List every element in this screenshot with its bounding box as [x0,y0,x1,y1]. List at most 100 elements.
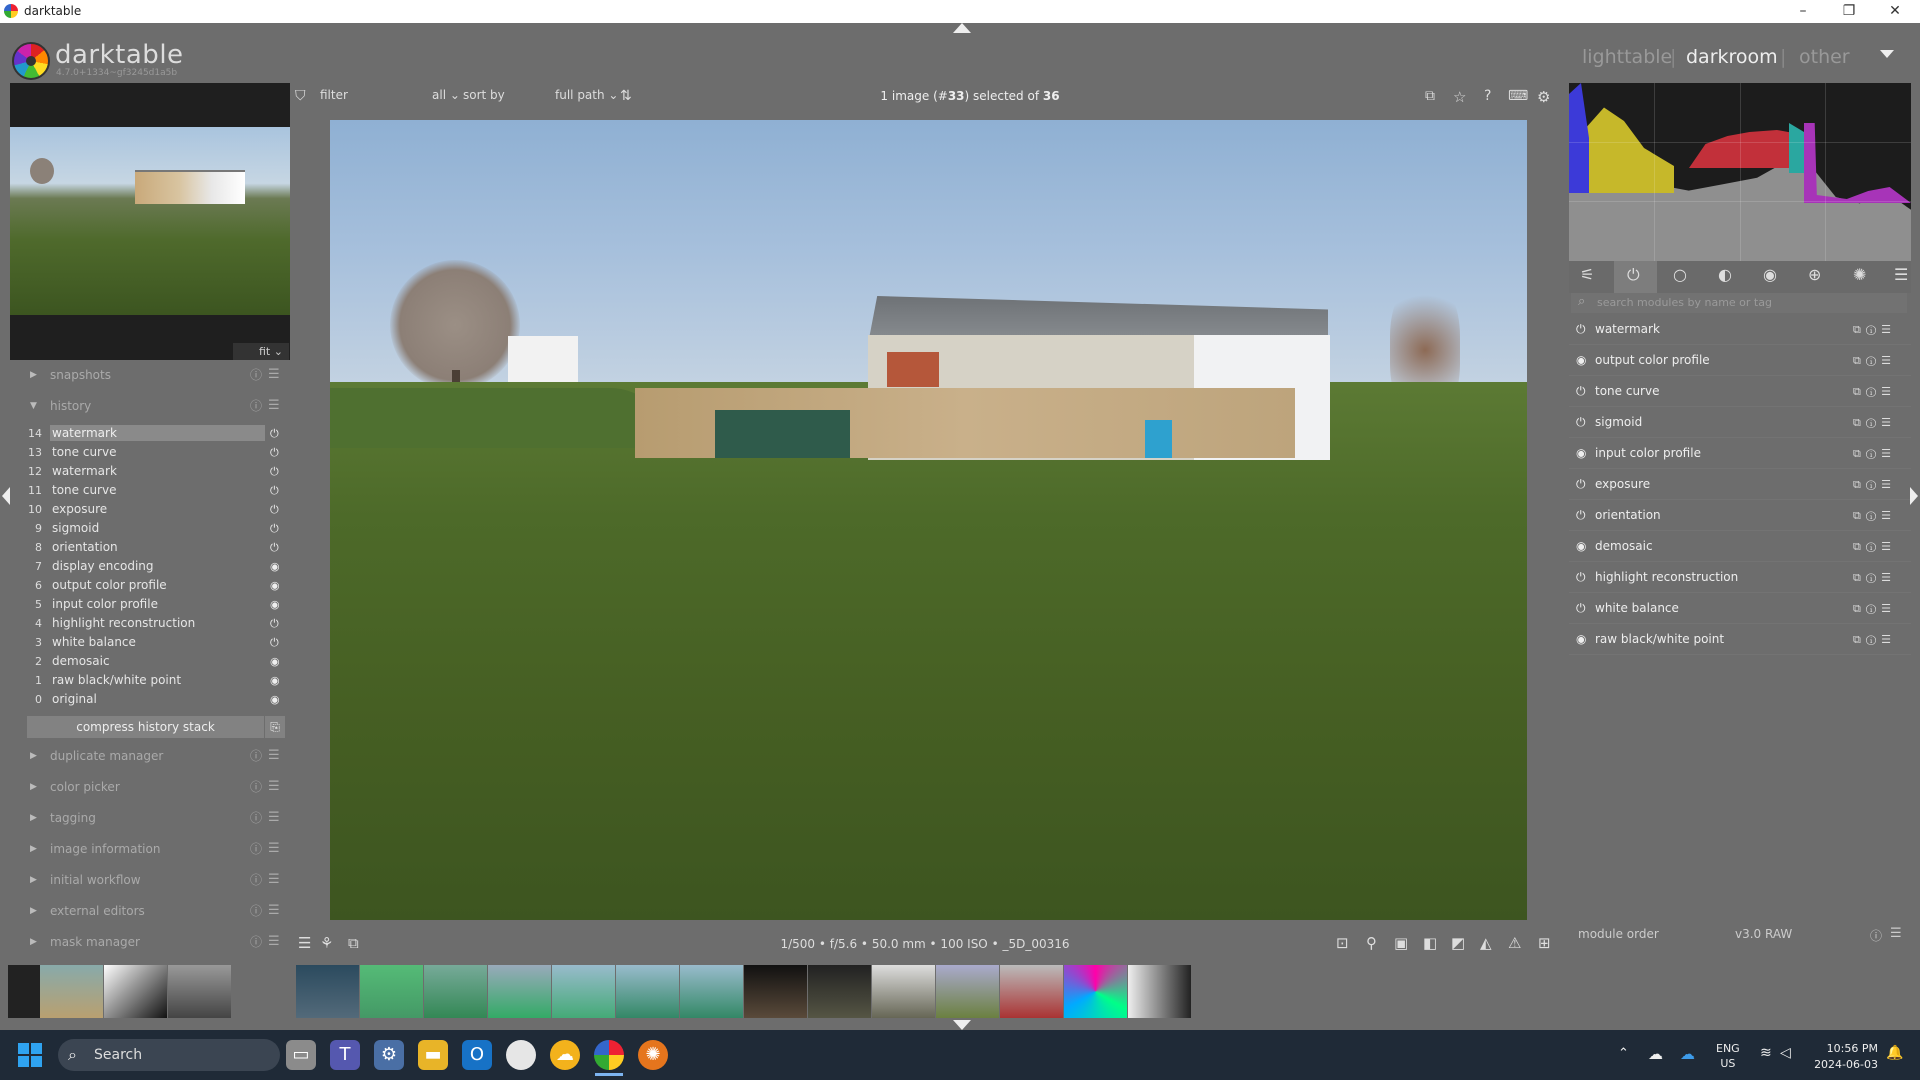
gamut-check-icon[interactable]: ◭ [1480,934,1492,952]
help-icon[interactable]: ? [1484,88,1491,104]
filmstrip-thumbnail[interactable] [168,965,231,1018]
view-dropdown-icon[interactable] [1880,50,1894,58]
compress-history-button[interactable]: compress history stack [27,716,264,738]
reset-icon[interactable]: ⓘ [250,896,262,926]
always-on-icon[interactable]: ◉ [1576,624,1586,655]
filmstrip-thumbnail[interactable] [808,965,871,1018]
view-darkroom[interactable]: darkroom [1686,46,1778,68]
presets-icon[interactable]: ☰ [268,865,280,895]
settings-app-icon[interactable]: ⚙ [374,1040,404,1070]
windows-start-icon[interactable] [18,1043,42,1067]
module-actions-icons[interactable]: ⧉ⓘ☰ [1853,500,1896,531]
presets-icon[interactable]: ☰ [268,772,280,802]
module-actions-icons[interactable]: ⧉ⓘ☰ [1853,593,1896,624]
module-sigmoid[interactable]: ⏻ sigmoid ⧉ⓘ☰ [1569,407,1911,438]
tone-group-icon[interactable]: ◐ [1718,265,1732,284]
zoom-fit-select[interactable]: fit ⌄ [233,343,289,360]
guides-icon[interactable]: ⊞ [1538,934,1551,952]
module-initial-workflow[interactable]: ▶ initial workflow ⓘ ☰ [18,865,290,895]
raw-overexposed-icon[interactable]: ▣ [1394,934,1408,952]
clock[interactable]: 10:56 PM 2024-06-03 [1812,1041,1878,1073]
history-item[interactable]: 9 sigmoid ⏻ [22,519,286,538]
module-raw-black-white-point[interactable]: ◉ raw black/white point ⧉ⓘ☰ [1569,624,1911,655]
task-view-icon[interactable]: ▭ [286,1040,316,1070]
history-item[interactable]: 11 tone curve ⏻ [22,481,286,500]
module-snapshots[interactable]: ▶ snapshots ⓘ ☰ [18,360,290,390]
history-item[interactable]: 13 tone curve ⏻ [22,443,286,462]
chrome-icon[interactable] [506,1040,536,1070]
module-presets-icon[interactable]: ⚟ [1580,265,1594,284]
navigator-thumbnail[interactable] [10,127,290,315]
reset-icon[interactable]: ⓘ [250,391,262,421]
collapse-filmstrip-arrow[interactable] [953,1020,971,1030]
reset-icon[interactable]: ⓘ [250,741,262,771]
module-demosaic[interactable]: ◉ demosaic ⧉ⓘ☰ [1569,531,1911,562]
reset-icon[interactable]: ⓘ [250,927,262,957]
module-actions-icons[interactable]: ⧉ⓘ☰ [1853,624,1896,655]
reset-icon[interactable]: ⓘ [1870,927,1882,944]
filmstrip-thumbnail[interactable] [8,965,40,1018]
history-item[interactable]: 4 highlight reconstruction ⏻ [22,614,286,633]
base-group-icon[interactable]: ○ [1673,265,1687,284]
filmstrip-thumbnail[interactable] [488,965,551,1018]
history-item[interactable]: 6 output color profile ◉ [22,576,286,595]
history-item[interactable]: 12 watermark ⏻ [22,462,286,481]
notification-icon[interactable]: 🔔 [1886,1045,1903,1061]
reset-icon[interactable]: ⓘ [250,803,262,833]
collapse-right-panel-arrow[interactable] [1910,487,1918,505]
module-color-picker[interactable]: ▶ color picker ⓘ ☰ [18,772,290,802]
module-mask-manager[interactable]: ▶ mask manager ⓘ ☰ [18,927,290,957]
focus-peaking-icon[interactable]: ⊡ [1336,934,1349,952]
filmstrip-thumbnail[interactable] [40,965,103,1018]
module-highlight-reconstruction[interactable]: ⏻ highlight reconstruction ⧉ⓘ☰ [1569,562,1911,593]
reset-icon[interactable]: ⓘ [250,865,262,895]
presets-icon[interactable]: ☰ [268,803,280,833]
module-tagging[interactable]: ▶ tagging ⓘ ☰ [18,803,290,833]
module-search-input[interactable]: search modules by name or tag [1571,293,1907,313]
view-lighttable[interactable]: lighttable [1582,46,1672,68]
module-actions-icons[interactable]: ⧉ⓘ☰ [1853,345,1896,376]
outlook-icon[interactable]: O [462,1040,492,1070]
filmstrip-thumbnail[interactable] [616,965,679,1018]
minimize-button[interactable]: – [1780,0,1826,23]
power-icon[interactable]: ⏻ [1576,500,1586,531]
correct-group-icon[interactable]: ⊕ [1808,265,1821,284]
module-actions-icons[interactable]: ⧉ⓘ☰ [1853,314,1896,345]
filmstrip-thumbnail[interactable] [872,965,935,1018]
presets-icon[interactable]: ☰ [1890,926,1902,941]
clipping-icon[interactable]: ◧ [1423,934,1437,952]
tray-overflow-icon[interactable]: ⌃ [1618,1046,1629,1061]
filmstrip-thumbnail[interactable] [680,965,743,1018]
history-item[interactable]: 10 exposure ⏻ [22,500,286,519]
history-item[interactable]: 8 orientation ⏻ [22,538,286,557]
filmstrip-thumbnail[interactable] [744,965,807,1018]
module-external-editors[interactable]: ▶ external editors ⓘ ☰ [18,896,290,926]
filmstrip-thumbnail[interactable] [1000,965,1063,1018]
module-tone-curve[interactable]: ⏻ tone curve ⧉ⓘ☰ [1569,376,1911,407]
always-on-icon[interactable]: ◉ [1576,531,1586,562]
presets-icon[interactable]: ☰ [268,391,280,421]
filmstrip-thumbnail[interactable] [936,965,999,1018]
filmstrip-thumbnail[interactable] [104,965,167,1018]
module-actions-icons[interactable]: ⧉ⓘ☰ [1853,562,1896,593]
always-on-icon[interactable]: ◉ [1576,345,1586,376]
module-actions-icons[interactable]: ⧉ⓘ☰ [1853,438,1896,469]
gear-icon[interactable]: ⚙ [1537,88,1550,106]
module-input-color-profile[interactable]: ◉ input color profile ⧉ⓘ☰ [1569,438,1911,469]
reset-icon[interactable]: ⓘ [250,834,262,864]
teams-icon[interactable]: T [330,1040,360,1070]
onedrive-business-icon[interactable]: ☁ [1680,1045,1695,1063]
filter-icon[interactable]: ⛉ [295,88,306,104]
presets-icon[interactable]: ☰ [268,927,280,957]
history-item[interactable]: 5 input color profile ◉ [22,595,286,614]
module-actions-icons[interactable]: ⧉ⓘ☰ [1853,531,1896,562]
module-history[interactable]: ▼ history ⓘ ☰ [18,391,290,421]
power-icon[interactable]: ⏻ [1576,376,1586,407]
wifi-icon[interactable]: ≋ [1760,1045,1772,1061]
always-on-icon[interactable]: ◉ [1576,438,1586,469]
power-icon[interactable]: ⏻ [1576,314,1586,345]
copy-history-icon[interactable]: ⎘ [265,716,285,738]
module-output-color-profile[interactable]: ◉ output color profile ⧉ⓘ☰ [1569,345,1911,376]
history-item[interactable]: 14 watermark ⏻ [22,424,286,443]
module-image-information[interactable]: ▶ image information ⓘ ☰ [18,834,290,864]
